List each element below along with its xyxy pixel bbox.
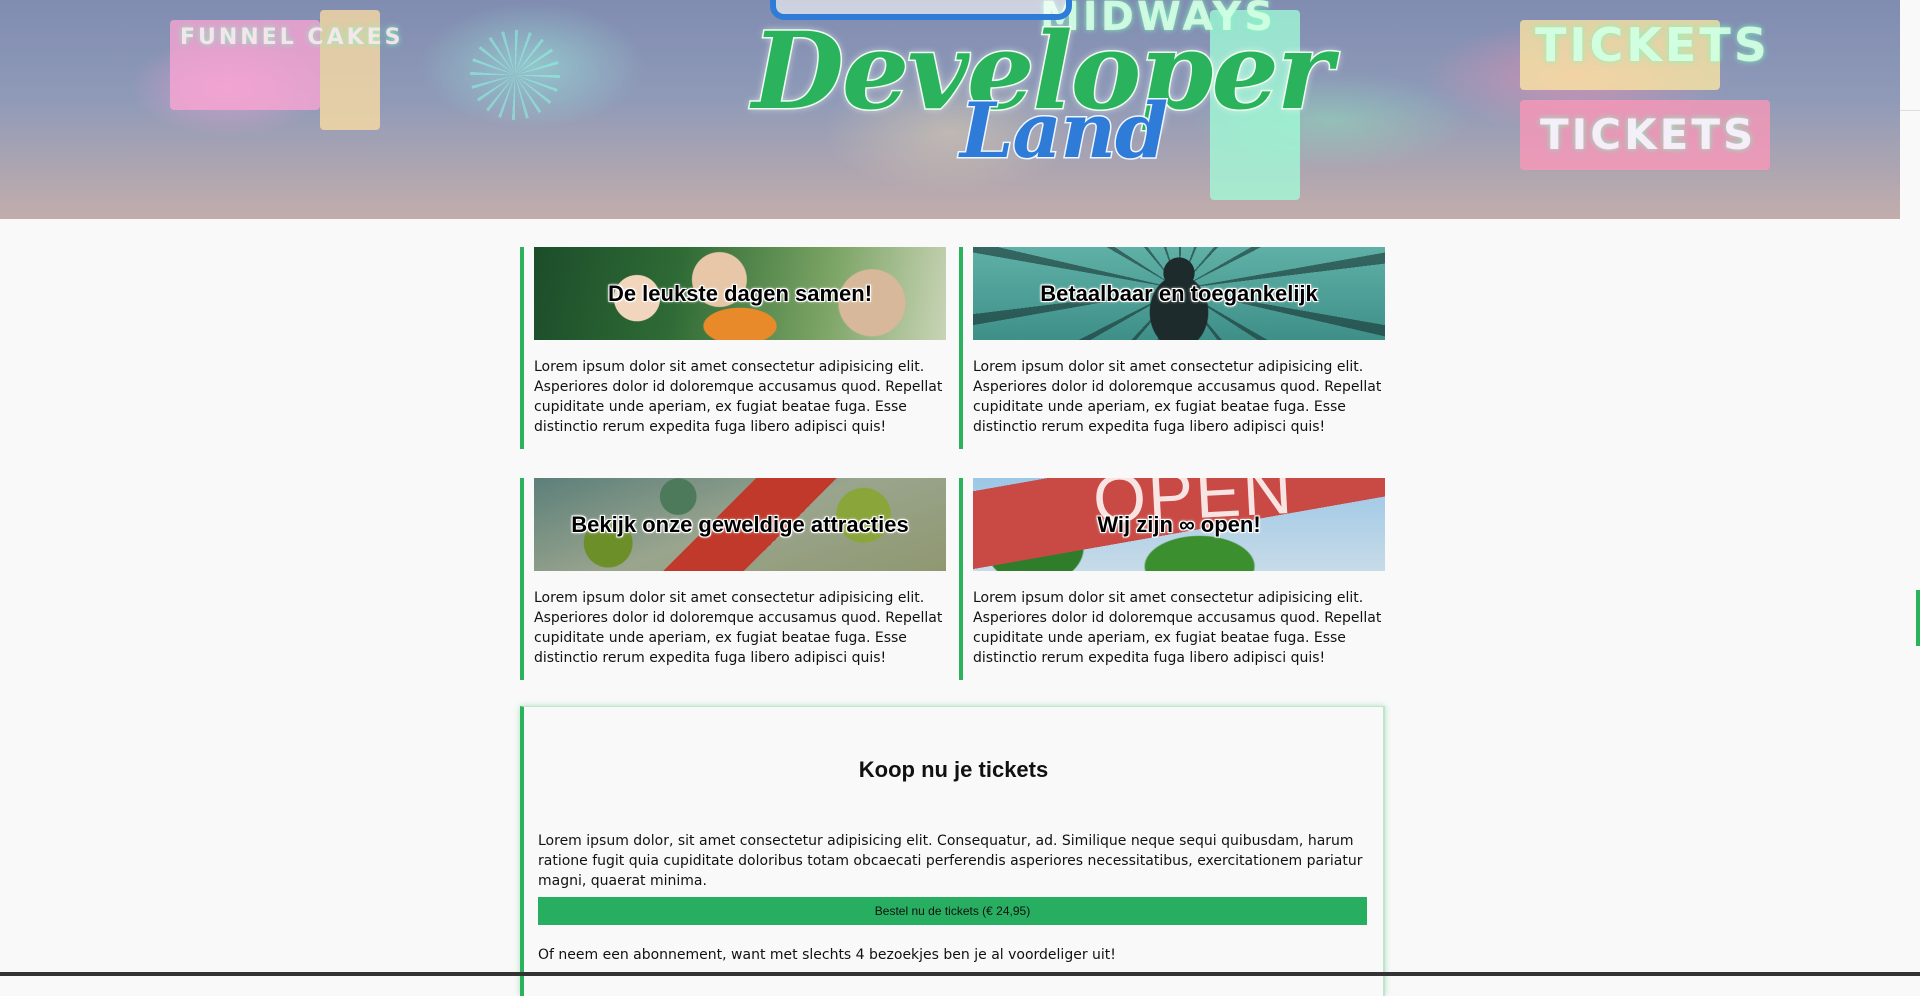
feature-card: Bekijk onze geweldige attracties Lorem i… bbox=[520, 478, 946, 680]
card-image: OPEN Wij zijn ∞ open! bbox=[973, 478, 1385, 571]
logo-text-sub[interactable]: Land bbox=[958, 85, 1169, 177]
card-text: Lorem ipsum dolor sit amet consectetur a… bbox=[534, 590, 943, 666]
card-image: De leukste dagen samen! bbox=[534, 247, 946, 340]
scrollbar-thumb[interactable] bbox=[1916, 590, 1920, 646]
card-image: Betaalbaar en toegankelijk bbox=[973, 247, 1385, 340]
feature-card: OPEN Wij zijn ∞ open! Lorem ipsum dolor … bbox=[959, 478, 1385, 680]
tickets-heading: Koop nu je tickets bbox=[858, 757, 1049, 782]
hero-sign: TICKETS bbox=[1540, 110, 1757, 159]
hero-banner: TICKETS TICKETS FUNNEL CAKES MIDWAYS Dev… bbox=[0, 0, 1900, 219]
card-title: Wij zijn ∞ open! bbox=[1097, 511, 1261, 537]
ferris-wheel-lights bbox=[470, 30, 560, 120]
card-title: De leukste dagen samen! bbox=[607, 280, 873, 306]
tickets-description: Lorem ipsum dolor, sit amet consectetur … bbox=[538, 833, 1363, 889]
scrollbar-mark bbox=[1900, 110, 1920, 111]
order-tickets-button[interactable]: Bestel nu de tickets (€ 24,95) bbox=[538, 897, 1367, 925]
hero-sign: FUNNEL CAKES bbox=[180, 25, 404, 50]
card-text: Lorem ipsum dolor sit amet consectetur a… bbox=[973, 359, 1382, 435]
feature-card: Betaalbaar en toegankelijk Lorem ipsum d… bbox=[959, 247, 1385, 449]
card-title: Betaalbaar en toegankelijk bbox=[1040, 280, 1318, 306]
scrollbar-track[interactable] bbox=[1900, 0, 1920, 976]
tickets-panel: Koop nu je tickets Lorem ipsum dolor, si… bbox=[520, 706, 1385, 996]
card-text: Lorem ipsum dolor sit amet consectetur a… bbox=[534, 359, 943, 435]
subscription-note: Of neem een abonnement, want met slechts… bbox=[538, 947, 1116, 963]
feature-card: De leukste dagen samen! Lorem ipsum dolo… bbox=[520, 247, 946, 449]
card-text: Lorem ipsum dolor sit amet consectetur a… bbox=[973, 590, 1382, 666]
window-bottom-edge bbox=[0, 972, 1920, 976]
hero-sign: TICKETS bbox=[1535, 18, 1770, 72]
card-title: Bekijk onze geweldige attracties bbox=[571, 511, 909, 537]
card-image: Bekijk onze geweldige attracties bbox=[534, 478, 946, 571]
